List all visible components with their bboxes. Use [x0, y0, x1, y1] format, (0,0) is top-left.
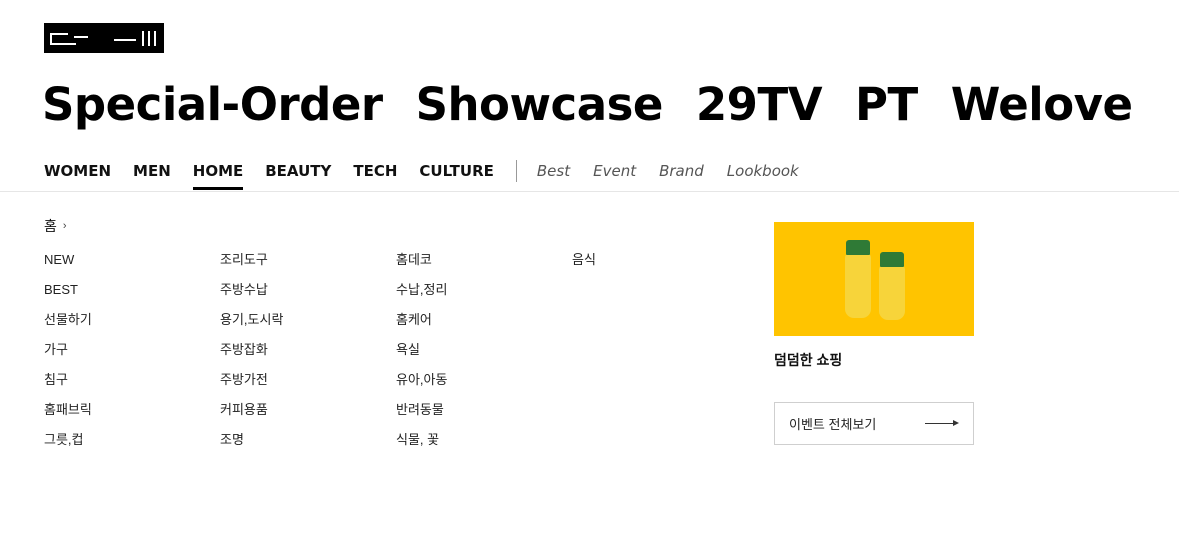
product-bottle-icon [845, 252, 871, 318]
menu-item-coffee[interactable]: 커피용품 [220, 402, 283, 432]
banner-title[interactable]: 덤덤한 쇼핑 [774, 350, 842, 370]
menu-item-storage[interactable]: 수납,정리 [396, 282, 447, 312]
hero-link-pt[interactable]: PT [855, 78, 918, 131]
menu-item-gift[interactable]: 선물하기 [44, 312, 92, 342]
hero-link-showcase[interactable]: Showcase [416, 78, 664, 131]
menu-column-3: 홈데코 수납,정리 홈케어 욕실 유아,아동 반려동물 식물, 꽃 [396, 252, 447, 462]
menu-item-new[interactable]: NEW [44, 252, 92, 282]
menu-item-home-fabric[interactable]: 홈패브릭 [44, 402, 92, 432]
menu-item-kitchen-appliances[interactable]: 주방가전 [220, 372, 283, 402]
menu-item-furniture[interactable]: 가구 [44, 342, 92, 372]
breadcrumb[interactable]: 홈 › [44, 216, 67, 236]
hero-link-29tv[interactable]: 29TV [696, 78, 823, 131]
nav-divider [0, 191, 1179, 192]
nav-brand[interactable]: Brand [659, 156, 704, 186]
view-all-events-label: 이벤트 전체보기 [789, 417, 877, 432]
menu-item-food[interactable]: 음식 [572, 252, 596, 282]
menu-item-cookware[interactable]: 조리도구 [220, 252, 283, 282]
view-all-events-button[interactable]: 이벤트 전체보기 [774, 402, 974, 445]
hero-links: Special-Order Showcase 29TV PT Welove [42, 78, 1133, 131]
nav-men[interactable]: MEN [133, 156, 171, 190]
menu-item-kitchen-goods[interactable]: 주방잡화 [220, 342, 283, 372]
product-bottle-icon [879, 264, 905, 320]
bottle-cap-icon [880, 252, 904, 267]
arrow-right-icon [925, 419, 959, 429]
nav-beauty[interactable]: BEAUTY [265, 156, 331, 190]
breadcrumb-home[interactable]: 홈 [44, 216, 57, 236]
menu-item-kids[interactable]: 유아,아동 [396, 372, 447, 402]
menu-item-tableware[interactable]: 그릇,컵 [44, 432, 92, 462]
menu-item-home-care[interactable]: 홈케어 [396, 312, 447, 342]
menu-item-kitchen-storage[interactable]: 주방수납 [220, 282, 283, 312]
promo-banner-image[interactable] [774, 222, 974, 336]
nav-tech[interactable]: TECH [353, 156, 397, 190]
nav-lookbook[interactable]: Lookbook [727, 156, 799, 186]
nav-home[interactable]: HOME [192, 156, 244, 190]
nav-women[interactable]: WOMEN [44, 156, 111, 190]
menu-item-best[interactable]: BEST [44, 282, 92, 312]
chevron-right-icon: › [62, 220, 67, 232]
menu-item-containers[interactable]: 용기,도시락 [220, 312, 283, 342]
bottle-cap-icon [846, 240, 870, 255]
menu-item-lighting[interactable]: 조명 [220, 432, 283, 462]
menu-column-1: NEW BEST 선물하기 가구 침구 홈패브릭 그릇,컵 [44, 252, 92, 462]
hero-link-welove[interactable]: Welove [951, 78, 1133, 131]
menu-item-plants[interactable]: 식물, 꽃 [396, 432, 447, 462]
menu-item-bedding[interactable]: 침구 [44, 372, 92, 402]
nav-separator [515, 160, 517, 182]
menu-item-home-deco[interactable]: 홈데코 [396, 252, 447, 282]
menu-item-bathroom[interactable]: 욕실 [396, 342, 447, 372]
nav-culture[interactable]: CULTURE [419, 156, 493, 190]
nav-best[interactable]: Best [537, 156, 570, 186]
menu-item-pets[interactable]: 반려동물 [396, 402, 447, 432]
menu-column-4: 음식 [572, 252, 596, 282]
hero-link-special-order[interactable]: Special-Order [42, 78, 383, 131]
main-nav: WOMEN MEN HOME BEAUTY TECH CULTURE Best … [44, 156, 822, 192]
logo[interactable] [44, 23, 164, 53]
nav-event[interactable]: Event [593, 156, 636, 186]
menu-column-2: 조리도구 주방수납 용기,도시락 주방잡화 주방가전 커피용품 조명 [220, 252, 283, 462]
